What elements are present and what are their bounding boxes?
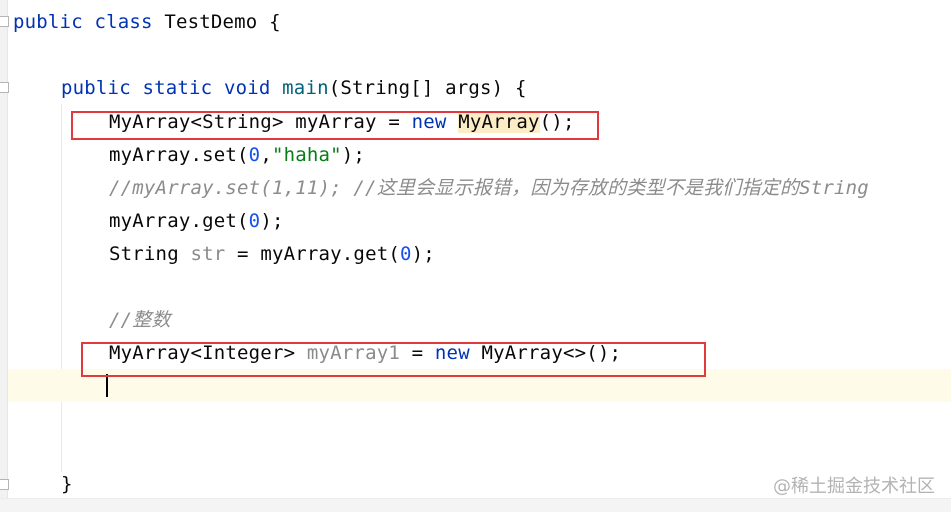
code-line-set: myArray.set(0,"haha"); — [109, 143, 365, 167]
number-literal: 0 — [248, 210, 261, 232]
code-text: myArray.set( — [109, 144, 249, 166]
watermark: @稀土掘金技术社区 — [773, 476, 935, 497]
code-text: String — [109, 243, 191, 265]
editor-bottom-bar — [0, 498, 951, 512]
annotation-box-integer — [81, 342, 706, 377]
class-name: TestDemo { — [164, 11, 281, 33]
editor-gutter — [0, 0, 8, 511]
code-text: , — [260, 144, 272, 166]
number-literal: 0 — [400, 243, 412, 265]
text-caret — [106, 374, 108, 397]
fold-marker-icon[interactable] — [0, 479, 9, 490]
keyword: void — [223, 77, 271, 99]
code-line-get: myArray.get(0); — [109, 209, 284, 233]
indent-guide — [61, 104, 62, 472]
code-text: = myArray.get( — [225, 243, 400, 265]
unused-variable: str — [190, 243, 226, 265]
fold-marker-icon[interactable] — [0, 82, 9, 93]
code-text: ); — [341, 144, 366, 166]
method-params: (String[] args) { — [328, 77, 527, 99]
annotation-box-string — [71, 111, 599, 140]
code-editor[interactable]: public class TestDemo { public static vo… — [0, 0, 951, 512]
keyword: static — [142, 77, 213, 99]
code-text: ); — [260, 210, 284, 232]
code-text: myArray.get( — [109, 210, 249, 232]
string-literal: "haha" — [271, 144, 342, 166]
code-text: ); — [411, 243, 435, 265]
code-line-1: public class TestDemo { — [13, 10, 281, 34]
number-literal: 0 — [248, 144, 261, 166]
code-line-main-signature: public static void main(String[] args) { — [61, 76, 527, 100]
code-line-string-str: String str = myArray.get(0); — [109, 242, 435, 266]
keyword: public — [61, 77, 131, 99]
method-name: main — [282, 77, 329, 99]
code-line-comment-error: //myArray.set(1,11); //这里会显示报错，因为存放的类型不是… — [109, 177, 869, 199]
keyword: public — [13, 11, 83, 33]
code-line-comment-integer: //整数 — [109, 309, 171, 331]
fold-marker-icon[interactable] — [0, 16, 9, 27]
code-line-closing-brace: } — [61, 473, 73, 495]
keyword: class — [94, 11, 153, 33]
